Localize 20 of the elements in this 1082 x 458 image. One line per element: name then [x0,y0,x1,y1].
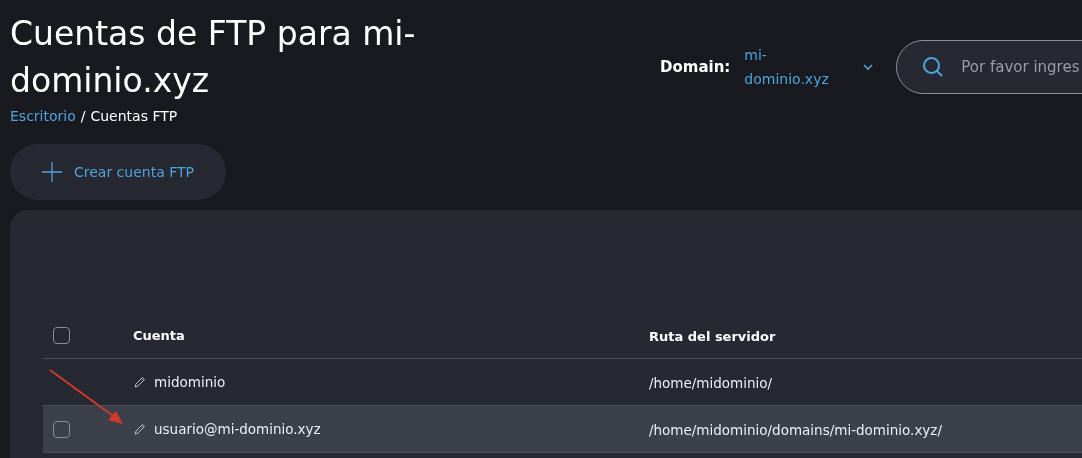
pencil-icon[interactable] [133,422,146,436]
account-name: midominio [154,374,226,390]
domain-select[interactable]: mi-dominio.xyz [744,43,875,91]
page-title: Cuentas de FTP para mi-dominio.xyz [10,13,417,102]
column-header: Ruta del servidor [649,328,776,344]
server-path: /home/midominio/ [649,374,773,391]
select-all-checkbox[interactable] [53,326,70,344]
breadcrumb-separator: / [80,108,86,124]
row-checkbox[interactable] [53,420,70,438]
breadcrumb-link[interactable]: Escritorio [10,108,76,124]
pencil-icon[interactable] [133,375,146,389]
plus-icon [42,162,62,182]
account-name: usuario@mi-dominio.xyz [154,421,321,437]
search-field[interactable]: Por favor ingres [896,40,1082,94]
breadcrumb-current: Cuentas FTP [90,108,178,124]
server-path: /home/midominio/domains/mi-dominio.xyz/ [649,421,942,438]
create-ftp-button[interactable]: Crear cuenta FTP [10,144,226,200]
chevron-down-icon [862,63,875,71]
column-header: Cuenta [133,327,185,343]
domain-label: Domain: [660,58,731,76]
